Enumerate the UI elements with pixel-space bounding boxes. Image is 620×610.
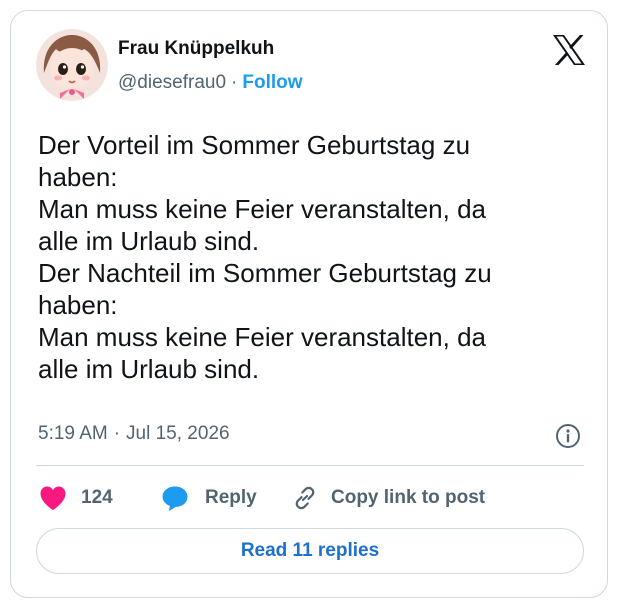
like-count: 124 [81, 487, 113, 508]
handle-separator: · [231, 72, 238, 93]
tweet-time: 5:19 AM [38, 423, 108, 444]
author-handle[interactable]: @diesefrau0 [118, 72, 226, 93]
heart-icon [40, 486, 66, 510]
author-handle-row: @diesefrau0 · Follow [118, 72, 303, 94]
reply-button[interactable]: Reply [161, 483, 257, 513]
author-name[interactable]: Frau Knüppelkuh [118, 38, 274, 60]
reply-label: Reply [205, 487, 257, 508]
info-icon[interactable] [555, 423, 581, 449]
tweet-line: Man muss keine Feier veranstalten, da [38, 194, 486, 224]
speech-bubble-icon [162, 486, 188, 511]
x-logo-icon[interactable] [552, 34, 586, 66]
tweet-line: alle im Urlaub sind. [38, 226, 260, 256]
tweet-card: Frau Knüppelkuh @diesefrau0 · Follow Der V… [10, 10, 608, 598]
doll-avatar-icon [36, 29, 108, 101]
tweet-line: Der Vorteil im Sommer Geburtstag zu [38, 130, 471, 160]
link-icon [295, 486, 315, 510]
tweet-line: haben: [38, 290, 118, 320]
read-replies-label: Read 11 replies [240, 540, 380, 561]
like-button[interactable]: 124 [39, 483, 113, 513]
copy-link-button[interactable]: Copy link to post [291, 483, 485, 513]
divider [36, 465, 584, 466]
tweet-line: Man muss keine Feier veranstalten, da [38, 322, 486, 352]
tweet-line: Der Nachteil im Sommer Geburtstag zu [38, 258, 492, 288]
tweet-text: Der Vorteil im Sommer Geburtstag zu habe… [38, 129, 583, 385]
timestamp-separator: · [113, 423, 121, 444]
author-avatar[interactable] [36, 29, 108, 101]
tweet-timestamp[interactable]: 5:19 AM · Jul 15, 2026 [38, 423, 230, 445]
tweet-line: alle im Urlaub sind. [38, 354, 260, 384]
tweet-line: haben: [38, 162, 118, 192]
copy-link-label: Copy link to post [331, 487, 486, 508]
tweet-date: Jul 15, 2026 [126, 423, 230, 444]
read-replies-button[interactable]: Read 11 replies [36, 528, 584, 574]
follow-button[interactable]: Follow [242, 72, 302, 93]
